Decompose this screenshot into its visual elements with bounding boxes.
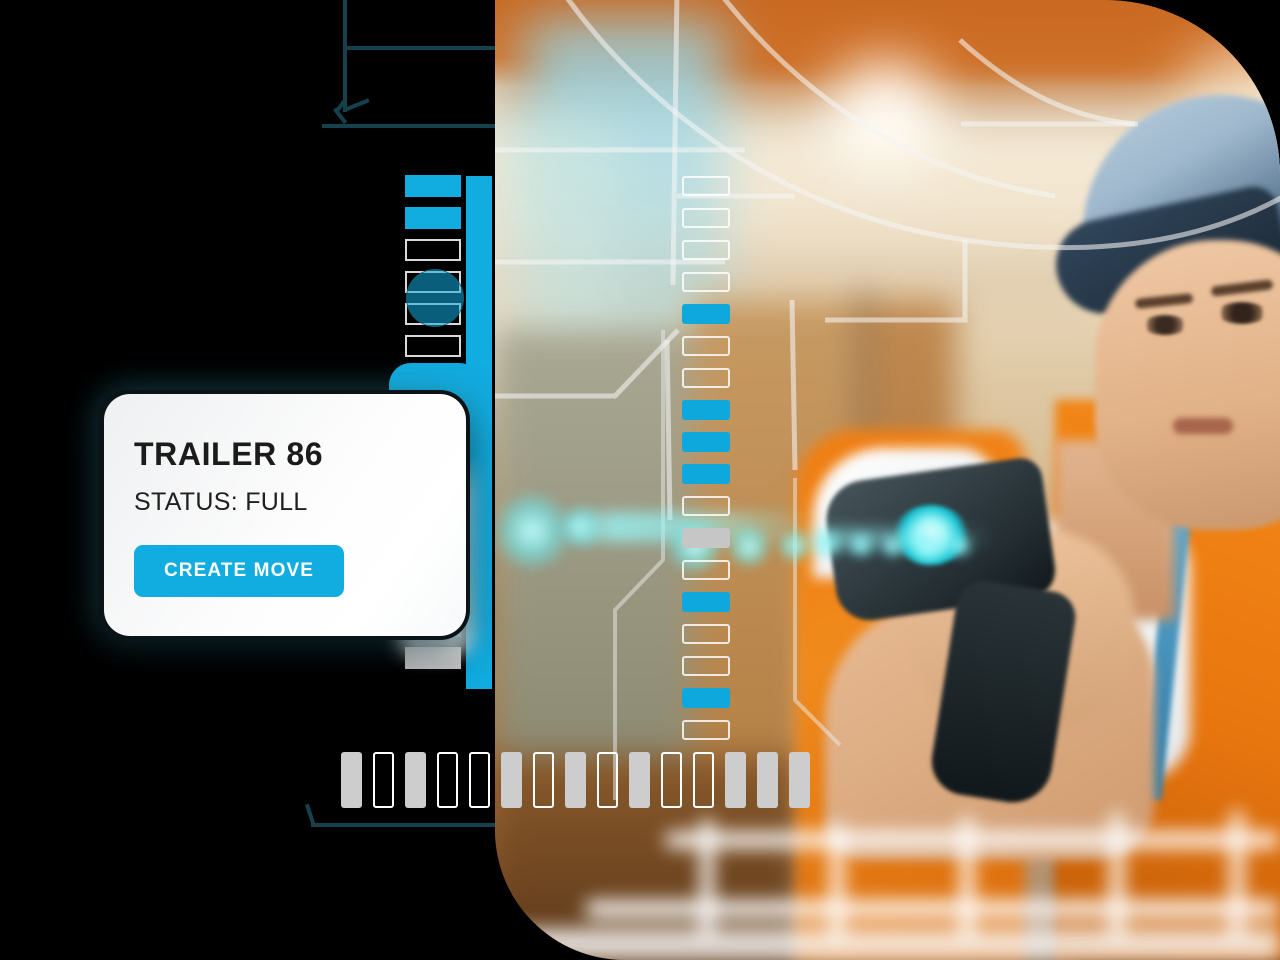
barcode-bar xyxy=(373,752,394,808)
middle-column-bar xyxy=(682,400,730,420)
left-column-bar xyxy=(405,207,461,229)
hud-overlay-lines xyxy=(495,0,1280,800)
middle-column-bar xyxy=(682,560,730,580)
middle-column-bar xyxy=(682,240,730,260)
middle-column-bar xyxy=(682,656,730,676)
barcode-bar xyxy=(437,752,458,808)
middle-column-bar xyxy=(682,688,730,708)
barcode-bar xyxy=(597,752,618,808)
left-column-bar xyxy=(405,175,461,197)
barcode-bar xyxy=(693,752,714,808)
middle-column-bar xyxy=(682,176,730,196)
middle-column-bar xyxy=(682,368,730,388)
barcode-bar xyxy=(341,752,362,808)
middle-column-bar xyxy=(682,592,730,612)
barcode-bar xyxy=(725,752,746,808)
status-circle xyxy=(406,269,464,327)
create-move-button[interactable]: CREATE MOVE xyxy=(134,545,344,597)
warehouse-photo xyxy=(495,0,1280,960)
middle-column-bar xyxy=(682,528,730,548)
hero-composition: TRAILER 86 STATUS: FULL CREATE MOVE xyxy=(0,0,1280,960)
barcode-bar xyxy=(629,752,650,808)
card-title: TRAILER 86 xyxy=(134,436,324,472)
barcode-strip xyxy=(341,752,810,808)
status-badge: STATUS: FULL xyxy=(134,488,308,516)
middle-column-bar xyxy=(682,336,730,356)
barcode-bar xyxy=(501,752,522,808)
middle-column-bar xyxy=(682,304,730,324)
middle-column-bar xyxy=(682,272,730,292)
middle-column-bar xyxy=(682,432,730,452)
status-bar-column-middle xyxy=(682,176,742,740)
middle-column-bar xyxy=(682,208,730,228)
middle-column-bar xyxy=(682,720,730,740)
barcode-bar xyxy=(469,752,490,808)
barcode-bar xyxy=(757,752,778,808)
barcode-bar xyxy=(533,752,554,808)
middle-column-bar xyxy=(682,624,730,644)
barcode-bar xyxy=(405,752,426,808)
left-column-bar xyxy=(405,239,461,261)
trailer-info-card: TRAILER 86 STATUS: FULL CREATE MOVE xyxy=(104,394,466,636)
barcode-bar xyxy=(661,752,682,808)
middle-column-bar xyxy=(682,496,730,516)
barcode-bar xyxy=(565,752,586,808)
left-column-bar xyxy=(405,335,461,357)
middle-column-bar xyxy=(682,464,730,484)
barcode-bar xyxy=(789,752,810,808)
